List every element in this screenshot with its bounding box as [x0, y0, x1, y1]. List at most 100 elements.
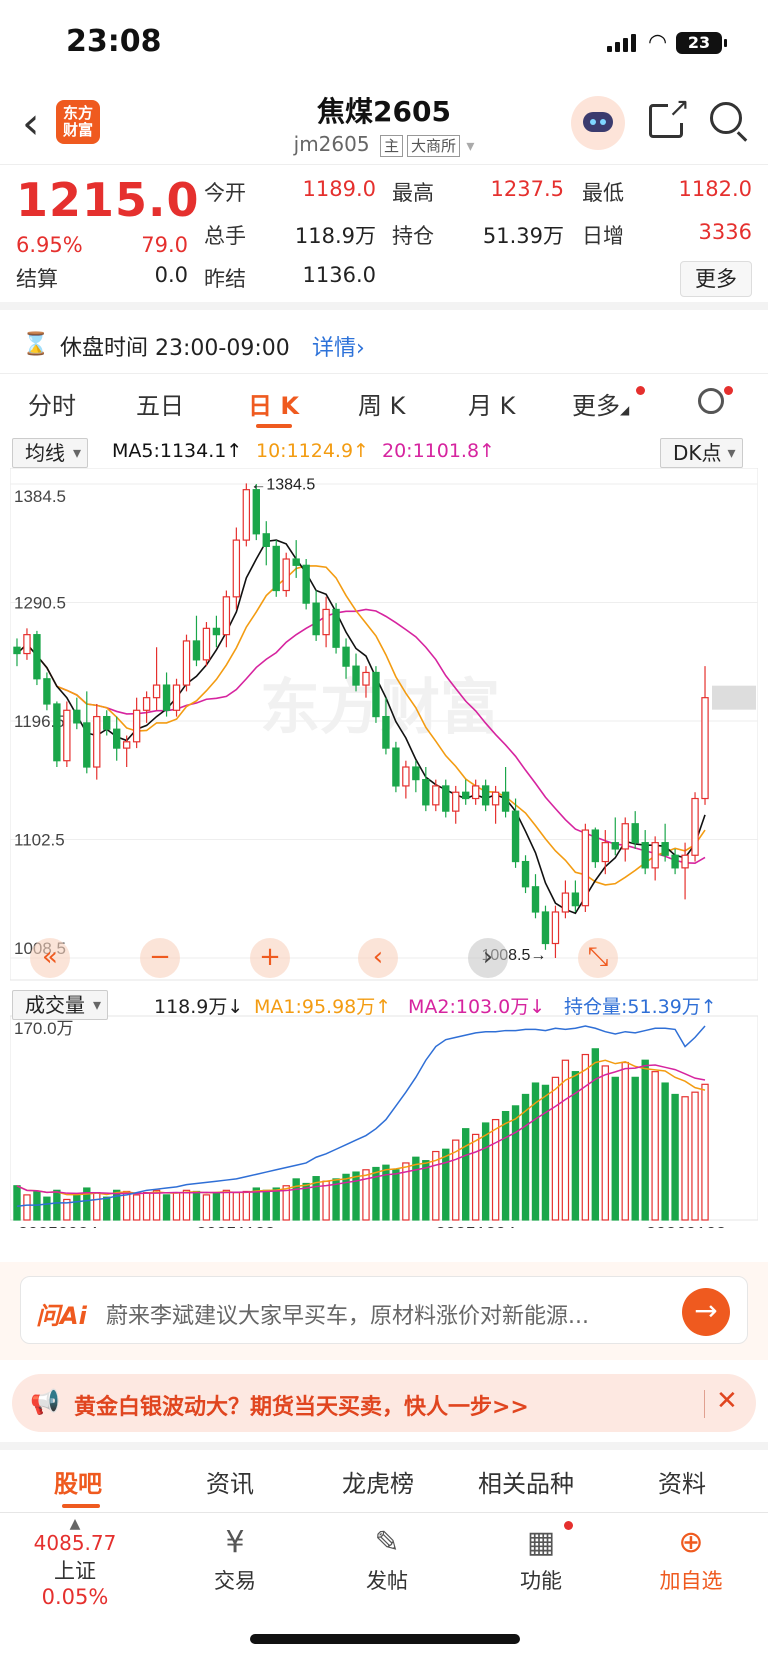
tab-five-day[interactable]: 五日 [136, 386, 184, 421]
session-text: 休盘时间 23:00-09:00 [60, 336, 290, 361]
watermark-text: 东方财富 [260, 673, 500, 743]
settings-icon[interactable] [698, 388, 724, 414]
session-detail-link[interactable]: 详情› [312, 330, 365, 362]
nav-add-watchlist[interactable]: ⊕ 加自选 [636, 1523, 746, 1595]
ai-send-icon[interactable]: → [682, 1288, 730, 1336]
volume-bar [671, 1093, 679, 1221]
tab-weekly-k[interactable]: 周 K [358, 386, 405, 421]
volume-bar [392, 1169, 400, 1221]
next-icon[interactable]: › [468, 938, 508, 978]
nav-post[interactable]: ✎ 发帖 [332, 1523, 442, 1595]
volume-bar [691, 1091, 699, 1221]
candle-down [113, 728, 121, 749]
vol-ma2-legend: MA2:103.0万↓ [408, 996, 546, 1018]
rewind-icon[interactable]: « [30, 938, 70, 978]
add-circle-icon: ⊕ [678, 1525, 704, 1560]
content-tabs: 股吧 资讯 龙虎榜 相关品种 资料 [0, 1442, 768, 1508]
volume-bar [551, 1076, 560, 1221]
candle-down [73, 709, 81, 724]
volume-bar [182, 1189, 191, 1221]
more-button[interactable]: 更多 [680, 261, 752, 297]
change-value: 79.0 [141, 233, 188, 257]
nav-functions[interactable]: ▦ 功能 [486, 1523, 596, 1595]
search-icon[interactable] [710, 102, 742, 134]
volume-bar [93, 1192, 101, 1221]
volume-bar [192, 1190, 201, 1221]
change-percent: 6.95% [16, 233, 83, 257]
candle-down [103, 715, 111, 730]
volume-bar [172, 1192, 181, 1221]
signal-icon [607, 33, 639, 52]
volume-bar [501, 1110, 510, 1221]
candle-down [43, 678, 51, 705]
volume-bar [142, 1192, 151, 1221]
volume-bar [591, 1048, 600, 1221]
fullscreen-icon[interactable]: ⤡ [578, 938, 618, 978]
close-icon[interactable]: ✕ [716, 1386, 738, 1416]
x-tick-label: 20251103 [196, 1224, 275, 1228]
volume-bar [352, 1171, 360, 1221]
last-price: 1215.0 [16, 173, 200, 227]
candle-down [481, 785, 490, 806]
notification-dot [724, 386, 733, 395]
dropdown-icon[interactable]: ▾ [466, 136, 474, 155]
dk-point-button[interactable]: DK点 [660, 438, 743, 468]
candle-down [591, 829, 600, 863]
notification-dot [564, 1521, 573, 1530]
candle-down [462, 791, 470, 800]
indicator-select[interactable]: 均线 [12, 438, 88, 468]
volume-bar [541, 1084, 550, 1221]
nav-trade[interactable]: ¥ 交易 [180, 1523, 290, 1595]
volume-bar [232, 1192, 241, 1221]
candle-up [23, 634, 31, 655]
candle-up [432, 785, 440, 806]
volume-bar [491, 1118, 500, 1221]
robot-assistant-icon[interactable] [571, 96, 625, 150]
volume-bar [561, 1059, 570, 1221]
prev-icon[interactable]: ‹ [358, 938, 398, 978]
tab-more[interactable]: 更多◢ [572, 386, 629, 421]
candle-down [392, 747, 400, 787]
tab-profile[interactable]: 资料 [658, 1464, 706, 1499]
tab-intraday[interactable]: 分时 [28, 386, 76, 421]
tab-monthly-k[interactable]: 月 K [468, 386, 515, 421]
low-label: 最低 [582, 181, 624, 205]
candle-down [571, 892, 580, 907]
oi-value: 51.39万 [482, 224, 564, 248]
volume-bar [242, 1190, 251, 1221]
candle-up [63, 709, 71, 762]
candle-down [272, 545, 280, 592]
tab-underline [62, 1504, 100, 1508]
candle-up [621, 823, 629, 850]
volume-bar [222, 1189, 231, 1221]
candle-down [83, 722, 91, 768]
tab-daily-k[interactable]: 日 K [248, 386, 299, 421]
kline-chart[interactable]: 1384.51290.51196.51102.51008.5东方财富←1384.… [10, 468, 758, 1228]
candle-up [202, 627, 211, 661]
candle-up [601, 842, 609, 863]
volume-bar [442, 1148, 450, 1221]
tab-dragon-tiger[interactable]: 龙虎榜 [342, 1464, 414, 1499]
zoom-in-icon[interactable]: + [250, 938, 290, 978]
tab-news[interactable]: 资讯 [206, 1464, 254, 1499]
volume-bar [212, 1192, 221, 1221]
open-value: 1189.0 [302, 177, 376, 201]
ai-question-text[interactable]: 蔚来李斌建议大家早买车，原材料涨价对新能源... [106, 1298, 666, 1330]
promo-text[interactable]: 黄金白银波动大？期货当天买卖，快人一步>> [74, 1389, 529, 1421]
tab-guba[interactable]: 股吧 [54, 1464, 102, 1499]
candle-down [531, 886, 540, 913]
candle-up [581, 829, 590, 907]
quote-panel: 1215.0 6.95% 79.0 今开 1189.0 最高 1237.5 最低… [0, 164, 768, 310]
period-tabs: 分时 五日 日 K 周 K 月 K 更多◢ [0, 376, 768, 432]
y-tick-label: 1102.5 [14, 831, 65, 850]
volume-bar [43, 1196, 51, 1221]
index-quote[interactable]: ▲ 4085.77 上证 0.05% [20, 1517, 130, 1609]
zoom-out-icon[interactable]: − [140, 938, 180, 978]
volume-select[interactable]: 成交量 [12, 990, 108, 1020]
prev-settle-label: 昨结 [204, 267, 246, 291]
volume-bar [162, 1194, 171, 1221]
share-icon[interactable] [649, 93, 690, 138]
candle-down [292, 558, 300, 566]
candle-down [412, 766, 420, 781]
tab-related[interactable]: 相关品种 [478, 1464, 574, 1499]
